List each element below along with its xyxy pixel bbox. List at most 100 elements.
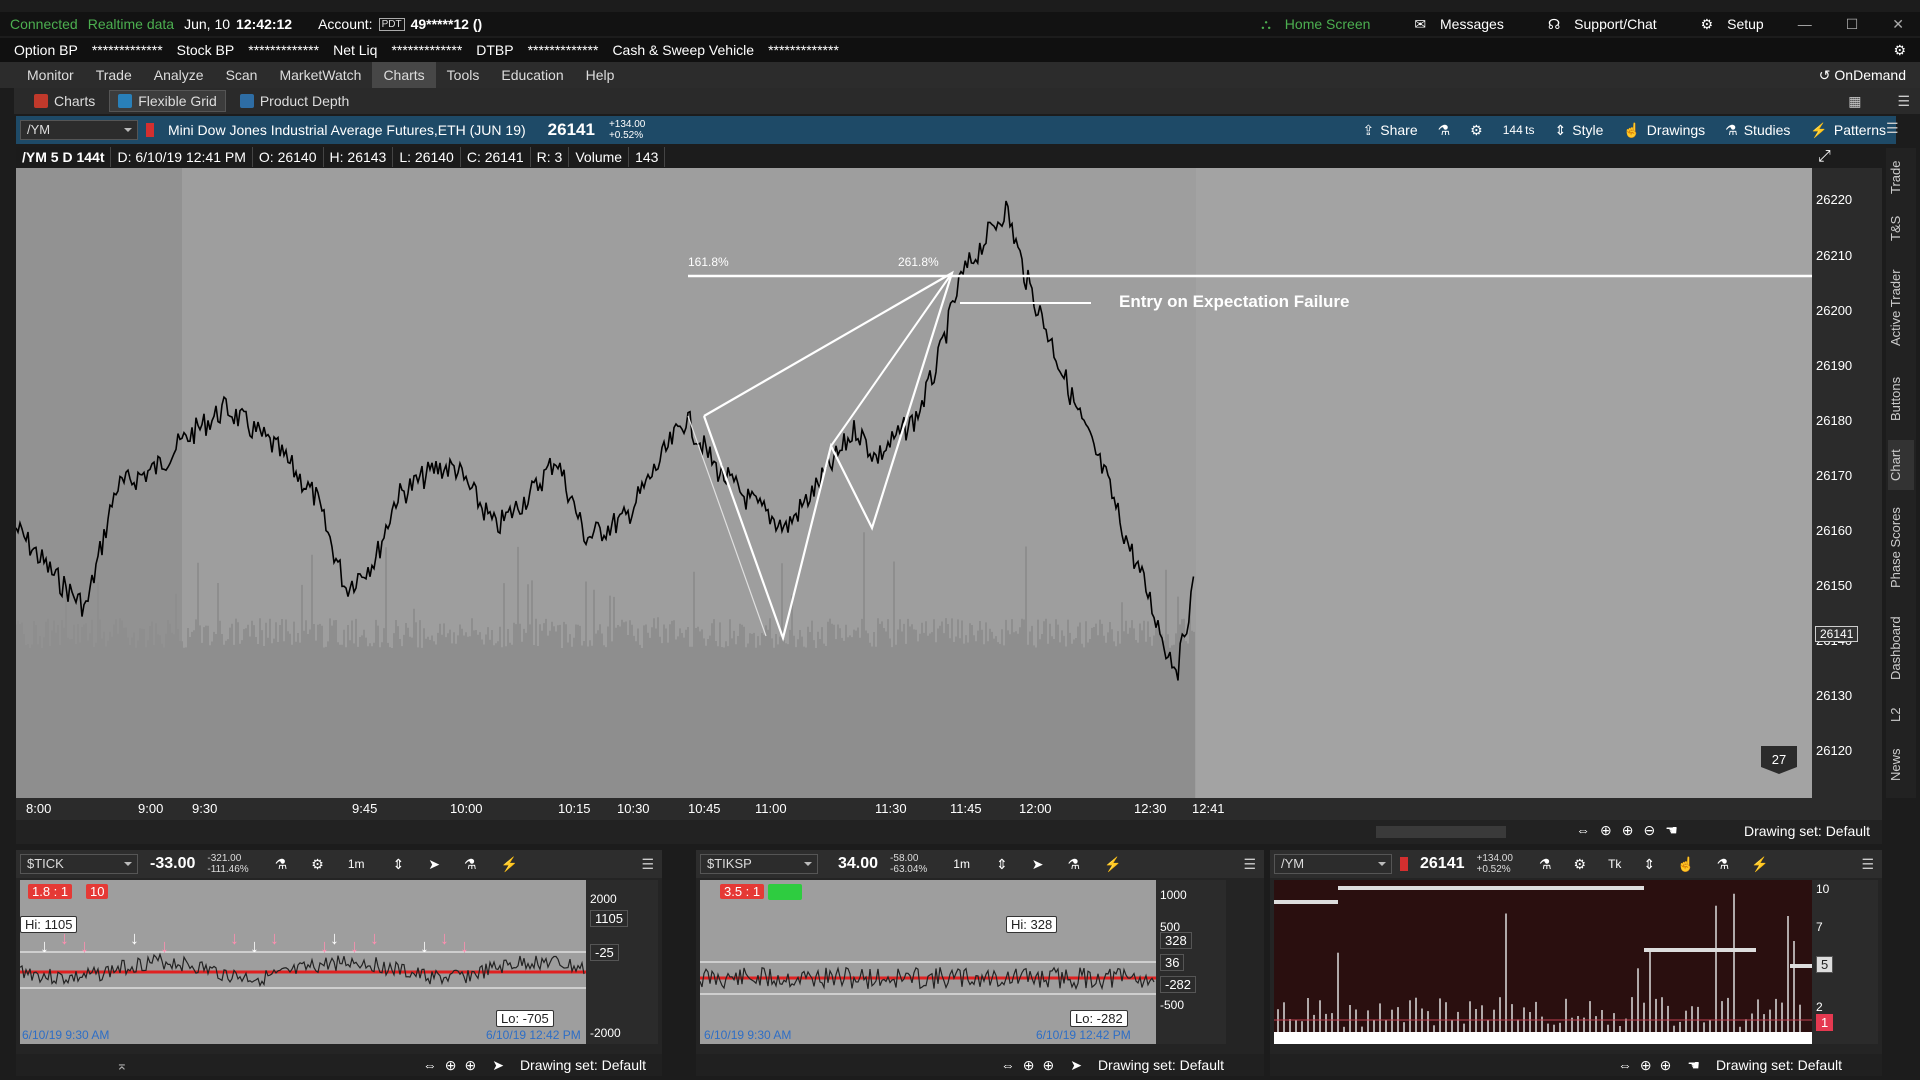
tick-chart[interactable]: ↓ ↓ ↓ ↓ ↓ ↓ ↓ ↓ ↓ ↓ ↓ ↓ ↓ ↓ ↓ 1.8 : 1 10 Hi: 1105 Lo: … [20,880,586,1044]
sidetab-buttons[interactable]: Buttons [1888,368,1914,430]
ym-hand-icon[interactable]: ☝ [1677,856,1694,873]
drawing-set-label[interactable]: Drawing set: Default [1744,823,1870,839]
nav-help[interactable]: Help [575,62,626,88]
tick-pointer-icon[interactable]: ➤ [428,856,440,873]
close-window-button[interactable]: ✕ [1892,16,1904,33]
share-button[interactable]: ⇪ Share [1363,122,1418,139]
tiksp-studies-flask-icon[interactable]: ⚗ [1067,856,1080,873]
messages-button[interactable]: ✉ Messages [1404,16,1503,33]
subtab-product-depth[interactable]: Product Depth [232,90,358,112]
tiksp-menu-icon[interactable]: ☰ [1243,856,1256,873]
tick-pan-icon[interactable]: ⇔ [423,1057,437,1073]
nav-charts[interactable]: Charts [372,62,436,88]
ym-hand-cursor-icon[interactable]: ☚ [1687,1057,1700,1074]
tiksp-interval[interactable]: 1m [953,857,970,871]
time-axis[interactable]: 8:00 9:00 9:30 9:45 10:00 10:15 10:30 10… [16,798,1882,820]
pan-icon[interactable]: ⇔ [1576,822,1590,839]
support-chat-button[interactable]: ☊ Support/Chat [1538,16,1657,33]
tick-interval[interactable]: 1m [348,857,365,871]
tiksp-chart[interactable]: 3.5 : 1 Hi: 328 Lo: -282 6/10/19 9:30 AM… [700,880,1156,1044]
chart-settings-gear-icon[interactable]: ⚙ [1470,122,1483,139]
zoom-out-icon[interactable]: ⊖ [1643,822,1655,839]
tiksp-pan-icon[interactable]: ⇔ [1001,1057,1015,1073]
settings-gear-icon[interactable]: ⚙ [1893,42,1906,59]
nav-scan[interactable]: Scan [215,62,269,88]
tiksp-drawing-set[interactable]: Drawing set: Default [1098,1057,1224,1073]
zoom-in-icon[interactable]: ⊕ [1622,822,1634,839]
ym-studies-flask-icon[interactable]: ⚗ [1717,856,1730,873]
link-indicator-icon[interactable] [146,123,154,137]
tick-cursor-icon[interactable]: ➤ [492,1057,504,1074]
ym-link-icon[interactable] [1400,857,1408,871]
sidetab-trade[interactable]: Trade [1888,154,1914,200]
nav-analyze[interactable]: Analyze [143,62,215,88]
hand-icon[interactable]: ☚ [1665,822,1678,839]
tick-menu-icon[interactable]: ☰ [641,856,654,873]
tick-style-icon[interactable]: ⇕ [393,856,405,873]
tiksp-crosshair-icon[interactable]: ⊕ [1023,1057,1035,1074]
crosshair-icon[interactable]: ⊕ [1600,822,1612,839]
sidetab-phase-scores[interactable]: Phase Scores [1888,500,1914,596]
ym-zoom-icon[interactable]: ⊕ [1660,1057,1672,1074]
ym-patterns-icon[interactable]: ⚡ [1751,856,1768,873]
ym-drawing-set[interactable]: Drawing set: Default [1716,1057,1842,1073]
ym-symbol-selector[interactable]: /YM [1274,854,1392,874]
maximize-button[interactable]: ☐ [1846,16,1859,33]
layout-grid-icon[interactable]: ▦ [1848,93,1861,110]
ym-volume-chart[interactable] [1274,880,1812,1044]
ym-menu-icon[interactable]: ☰ [1861,856,1874,873]
nav-marketwatch[interactable]: MarketWatch [268,62,372,88]
setup-button[interactable]: ⚙ Setup [1691,16,1764,33]
tick-zoom-icon[interactable]: ⊕ [464,1057,476,1074]
menu-icon[interactable]: ☰ [1897,93,1910,110]
tiksp-patterns-icon[interactable]: ⚡ [1104,856,1121,873]
tick-scale[interactable]: 2000 1105 -25 -2000 [586,880,658,1044]
tiksp-zoom-icon[interactable]: ⊕ [1042,1057,1054,1074]
main-chart[interactable]: 161.8% 261.8% Entry on Expectation Failu… [16,168,1812,798]
sidetab-active-trader[interactable]: Active Trader [1888,258,1914,358]
tick-patterns-icon[interactable]: ⚡ [501,856,518,873]
ym-interval[interactable]: Tk [1608,857,1621,871]
tick-studies-icon[interactable]: ⚗ [275,856,288,873]
tiksp-style-icon[interactable]: ⇕ [996,856,1008,873]
ym-style-icon[interactable]: ⇕ [1643,856,1655,873]
nav-trade[interactable]: Trade [85,62,143,88]
tiksp-scale[interactable]: 1000 500 328 36 -282 -500 [1156,880,1226,1044]
ym-studies-icon[interactable]: ⚗ [1539,856,1552,873]
sidetab-news[interactable]: News [1888,740,1914,790]
nav-monitor[interactable]: Monitor [16,62,85,88]
ym-scale[interactable]: 10 7 5 2 1 [1812,880,1878,1044]
ym-settings-gear-icon[interactable]: ⚙ [1574,856,1587,873]
tick-collapse-icon[interactable]: ⌅ [116,1057,128,1074]
ondemand-button[interactable]: ↺ OnDemand [1819,67,1906,84]
ym-crosshair-icon[interactable]: ⊕ [1640,1057,1652,1074]
subtab-flexible-grid[interactable]: Flexible Grid [109,90,226,112]
tiksp-cursor-icon[interactable]: ➤ [1070,1057,1082,1074]
chart-expand-icon[interactable]: ⤢ [1818,148,1831,166]
sidetab-l2[interactable]: L2 [1888,700,1914,730]
tick-settings-gear-icon[interactable]: ⚙ [311,856,324,873]
drawings-button[interactable]: ☝ Drawings [1623,122,1705,139]
tick-studies-flask-icon[interactable]: ⚗ [464,856,477,873]
studies-button[interactable]: ⚗ Studies [1725,122,1790,139]
minimize-button[interactable]: — [1798,16,1812,32]
sidetab-ts[interactable]: T&S [1888,210,1914,246]
patterns-button[interactable]: ⚡ Patterns [1810,122,1886,139]
tick-crosshair-icon[interactable]: ⊕ [445,1057,457,1074]
ym-pan-icon[interactable]: ⇔ [1618,1057,1632,1073]
sidetab-chart[interactable]: Chart [1888,440,1914,490]
symbol-selector[interactable]: /YM [20,120,138,140]
sidetab-dashboard[interactable]: Dashboard [1888,606,1914,690]
nav-tools[interactable]: Tools [436,62,491,88]
tiksp-symbol-selector[interactable]: $TIKSP [700,854,818,874]
nav-education[interactable]: Education [490,62,574,88]
chart-menu-icon[interactable]: ☰ [1886,120,1899,137]
tick-drawing-set[interactable]: Drawing set: Default [520,1057,646,1073]
aggregation-selector[interactable]: 144 ts [1503,123,1535,137]
subtab-charts[interactable]: Charts [26,90,103,112]
flask-icon[interactable]: ⚗ [1438,122,1451,139]
style-button[interactable]: ⇕ Style [1555,122,1604,139]
account-selector[interactable]: 49*****12 () [411,16,483,32]
horizontal-scrollbar[interactable] [1376,826,1506,838]
price-axis[interactable]: 26220 26210 26200 26190 26180 26170 2616… [1812,168,1882,798]
